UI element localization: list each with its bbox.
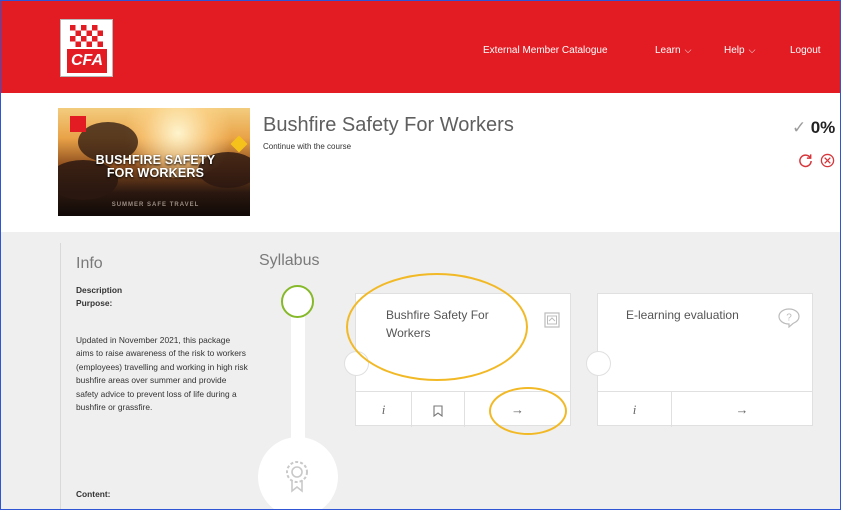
- top-navigation-bar: CFA External Member Catalogue Learn ⌵ Hel…: [1, 1, 840, 93]
- help-menu-label: Help: [724, 45, 745, 56]
- external-member-catalogue-link[interactable]: External Member Catalogue: [483, 45, 608, 56]
- highlight-ring-title: [346, 273, 528, 381]
- chevron-down-icon: ⌵: [684, 45, 692, 55]
- gear-ribbon-icon: [286, 461, 308, 493]
- course-progress: ✓ 0%: [792, 118, 835, 138]
- progress-node-start: [281, 285, 314, 318]
- checkerboard-icon: [70, 25, 103, 47]
- cancel-icon: [820, 153, 835, 168]
- logo-text: CFA: [67, 49, 107, 73]
- purpose-text: Updated in November 2021, this package a…: [76, 335, 248, 413]
- info-button[interactable]: i: [356, 392, 411, 427]
- course-cover-image: BUSHFIRE SAFETY FOR WORKERS SUMMER SAFE …: [58, 108, 250, 216]
- restart-button[interactable]: [798, 153, 813, 171]
- start-evaluation-button[interactable]: →: [672, 392, 812, 427]
- chevron-down-icon: ⌵: [748, 45, 756, 55]
- syllabus-card-evaluation[interactable]: E-learning evaluation ? i →: [586, 293, 813, 427]
- purpose-label: Purpose:: [76, 298, 113, 308]
- info-button[interactable]: i: [598, 392, 671, 427]
- cancel-button[interactable]: [820, 153, 835, 171]
- highlight-ring-arrow: [489, 387, 567, 435]
- progress-node-end: [258, 437, 338, 509]
- info-heading: Info: [76, 255, 103, 272]
- cover-tagline: SUMMER SAFE TRAVEL: [111, 202, 200, 208]
- module-icon: [544, 312, 560, 328]
- description-label: Description: [76, 285, 123, 295]
- cover-title: BUSHFIRE SAFETY FOR WORKERS: [95, 153, 216, 181]
- app-window: CFA External Member Catalogue Learn ⌵ Hel…: [0, 0, 841, 510]
- info-panel: Info Description Purpose: Updated in Nov…: [60, 243, 250, 509]
- bookmark-icon: [433, 405, 443, 417]
- svg-text:?: ?: [786, 313, 792, 324]
- learn-menu[interactable]: Learn ⌵: [655, 45, 691, 56]
- restart-icon: [799, 154, 812, 168]
- card-actions: i →: [598, 391, 812, 427]
- help-menu[interactable]: Help ⌵: [724, 45, 755, 56]
- content-label: Content:: [76, 489, 111, 499]
- course-body: Info Description Purpose: Updated in Nov…: [1, 232, 840, 509]
- cfa-logo[interactable]: CFA: [60, 19, 113, 77]
- cfa-mini-logo: [70, 116, 86, 132]
- bookmark-button[interactable]: [412, 392, 464, 427]
- card-connector: [586, 351, 611, 376]
- check-icon: ✓: [792, 118, 807, 137]
- card-title: E-learning evaluation: [626, 308, 739, 322]
- course-title: Bushfire Safety For Workers: [263, 114, 514, 136]
- learn-menu-label: Learn: [655, 45, 681, 56]
- progress-percent: 0%: [810, 118, 836, 137]
- logout-link[interactable]: Logout: [790, 45, 821, 56]
- syllabus-heading: Syllabus: [259, 252, 320, 269]
- course-subtitle: Continue with the course: [263, 142, 352, 151]
- question-icon: ?: [778, 308, 800, 328]
